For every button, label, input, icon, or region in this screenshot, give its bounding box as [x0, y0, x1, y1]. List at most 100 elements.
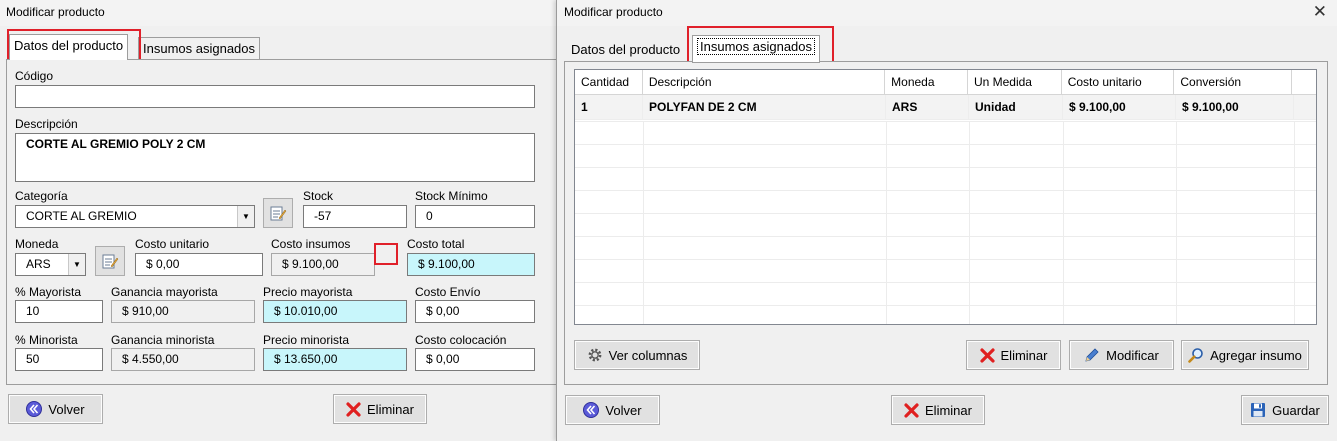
costo-colocacion-input[interactable]: $ 0,00: [415, 348, 535, 371]
categoria-value: CORTE AL GREMIO: [26, 209, 137, 223]
highlight-box-small: [374, 243, 398, 265]
ganancia-minorista-value: $ 4.550,00: [111, 348, 255, 371]
tab-label: Datos del producto: [14, 38, 124, 53]
categoria-select[interactable]: CORTE AL GREMIO ▼: [15, 205, 255, 228]
costo-total-label: Costo total: [407, 237, 465, 251]
moneda-label: Moneda: [15, 237, 59, 251]
categoria-label: Categoría: [15, 189, 68, 203]
costo-envio-input[interactable]: $ 0,00: [415, 300, 535, 323]
guardar-button[interactable]: Guardar: [1241, 395, 1329, 425]
eliminar-label: Eliminar: [1000, 347, 1048, 363]
costo-colocacion-label: Costo colocación: [415, 333, 507, 347]
precio-mayorista-value: $ 10.010,00: [263, 300, 407, 323]
insumos-table: Cantidad Descripción Moneda Un Medida Co…: [574, 69, 1317, 325]
insumo-eliminar-button[interactable]: Eliminar: [966, 340, 1061, 370]
eliminar-label: Eliminar: [367, 401, 414, 417]
red-x-icon: [904, 402, 919, 418]
cell-descripcion: POLYFAN DE 2 CM: [643, 95, 886, 119]
cell-un-medida: Unidad: [969, 95, 1063, 119]
pencil-icon: [1085, 348, 1099, 362]
costo-insumos-label: Costo insumos: [271, 237, 351, 251]
table-header: Cantidad Descripción Moneda Un Medida Co…: [575, 70, 1316, 95]
moneda-select[interactable]: ARS ▼: [15, 253, 86, 276]
ver-columnas-button[interactable]: Ver columnas: [574, 340, 700, 370]
right-tab-insumos-asignados[interactable]: Insumos asignados: [692, 35, 821, 63]
left-tab-datos-producto[interactable]: Datos del producto: [9, 34, 129, 60]
header-moneda[interactable]: Moneda: [885, 70, 968, 94]
left-volver-button[interactable]: Volver: [8, 394, 103, 424]
left-tab-insumos-asignados[interactable]: Insumos asignados: [138, 37, 261, 59]
moneda-value: ARS: [26, 257, 51, 271]
costo-unitario-label: Costo unitario: [135, 237, 210, 251]
left-eliminar-button[interactable]: Eliminar: [333, 394, 427, 424]
ver-columnas-label: Ver columnas: [608, 347, 688, 363]
ganancia-mayorista-label: Ganancia mayorista: [111, 285, 218, 299]
table-row[interactable]: 1 POLYFAN DE 2 CM ARS Unidad $ 9.100,00 …: [575, 95, 1316, 120]
costo-envio-label: Costo Envío: [415, 285, 481, 299]
cell-costo-unitario: $ 9.100,00: [1063, 95, 1176, 119]
red-x-icon: [979, 347, 995, 363]
guardar-label: Guardar: [1272, 402, 1320, 418]
costo-unitario-input[interactable]: $ 0,00: [135, 253, 263, 276]
dropdown-arrow-icon[interactable]: ▼: [237, 206, 254, 227]
costo-insumos-value: $ 9.100,00: [271, 253, 375, 276]
stock-minimo-input[interactable]: 0: [415, 205, 535, 228]
tab-label: Datos del producto: [571, 42, 681, 57]
codigo-input[interactable]: [15, 85, 535, 108]
stock-label: Stock: [303, 189, 334, 203]
edit-list-icon: [102, 254, 119, 269]
edit-list-icon: [270, 206, 287, 221]
floppy-disk-icon: [1251, 403, 1266, 417]
pct-minorista-input[interactable]: 50: [15, 348, 103, 371]
right-tab-datos-producto[interactable]: Datos del producto: [567, 39, 685, 61]
tab-label: Insumos asignados: [697, 38, 816, 55]
gear-icon: [588, 348, 602, 362]
eliminar-label: Eliminar: [925, 402, 972, 418]
right-eliminar-button[interactable]: Eliminar: [891, 395, 985, 425]
dropdown-arrow-icon[interactable]: ▼: [68, 254, 85, 275]
precio-minorista-value: $ 13.650,00: [263, 348, 407, 371]
back-arrows-icon: [26, 401, 43, 417]
codigo-label: Código: [15, 69, 54, 83]
volver-label: Volver: [48, 401, 85, 417]
table-empty-grid: [575, 121, 1316, 324]
descripcion-label: Descripción: [15, 117, 78, 131]
precio-mayorista-label: Precio mayorista: [263, 285, 353, 299]
stock-minimo-label: Stock Mínimo: [415, 189, 488, 203]
volver-label: Volver: [605, 402, 642, 418]
agregar-insumo-button[interactable]: Agregar insumo: [1181, 340, 1309, 370]
pct-mayorista-input[interactable]: 10: [15, 300, 103, 323]
cell-moneda: ARS: [886, 95, 969, 119]
edit-categoria-button[interactable]: [263, 198, 293, 228]
magnifier-icon: [1188, 348, 1203, 363]
close-icon[interactable]: ✕: [1313, 2, 1327, 22]
back-arrows-icon: [583, 402, 600, 418]
right-titlebar: Modificar producto ✕: [557, 0, 1337, 26]
pct-minorista-label: % Minorista: [15, 333, 78, 347]
edit-moneda-button[interactable]: [95, 246, 125, 276]
right-window-title: Modificar producto: [564, 5, 663, 19]
red-x-icon: [346, 401, 361, 417]
cell-conversion: $ 9.100,00: [1176, 95, 1294, 119]
left-window-title: Modificar producto: [6, 5, 105, 19]
header-un-medida[interactable]: Un Medida: [968, 70, 1062, 94]
modificar-label: Modificar: [1106, 347, 1159, 363]
header-costo-unitario[interactable]: Costo unitario: [1062, 70, 1175, 94]
ganancia-minorista-label: Ganancia minorista: [111, 333, 215, 347]
descripcion-textarea[interactable]: CORTE AL GREMIO POLY 2 CM: [15, 133, 535, 182]
stock-input[interactable]: -57: [303, 205, 407, 228]
insumo-modificar-button[interactable]: Modificar: [1069, 340, 1174, 370]
cell-cantidad: 1: [575, 95, 643, 119]
precio-minorista-label: Precio minorista: [263, 333, 350, 347]
header-cantidad[interactable]: Cantidad: [575, 70, 643, 94]
left-titlebar: Modificar producto: [0, 0, 556, 26]
right-volver-button[interactable]: Volver: [565, 395, 660, 425]
costo-total-value: $ 9.100,00: [407, 253, 535, 276]
agregar-insumo-label: Agregar insumo: [1210, 347, 1302, 363]
left-window: Modificar producto Datos del producto In…: [0, 0, 556, 441]
header-conversion[interactable]: Conversión: [1174, 70, 1293, 94]
header-descripcion[interactable]: Descripción: [643, 70, 886, 94]
pct-mayorista-label: % Mayorista: [15, 285, 82, 299]
header-filler: [1292, 70, 1316, 94]
tab-label: Insumos asignados: [143, 41, 256, 56]
